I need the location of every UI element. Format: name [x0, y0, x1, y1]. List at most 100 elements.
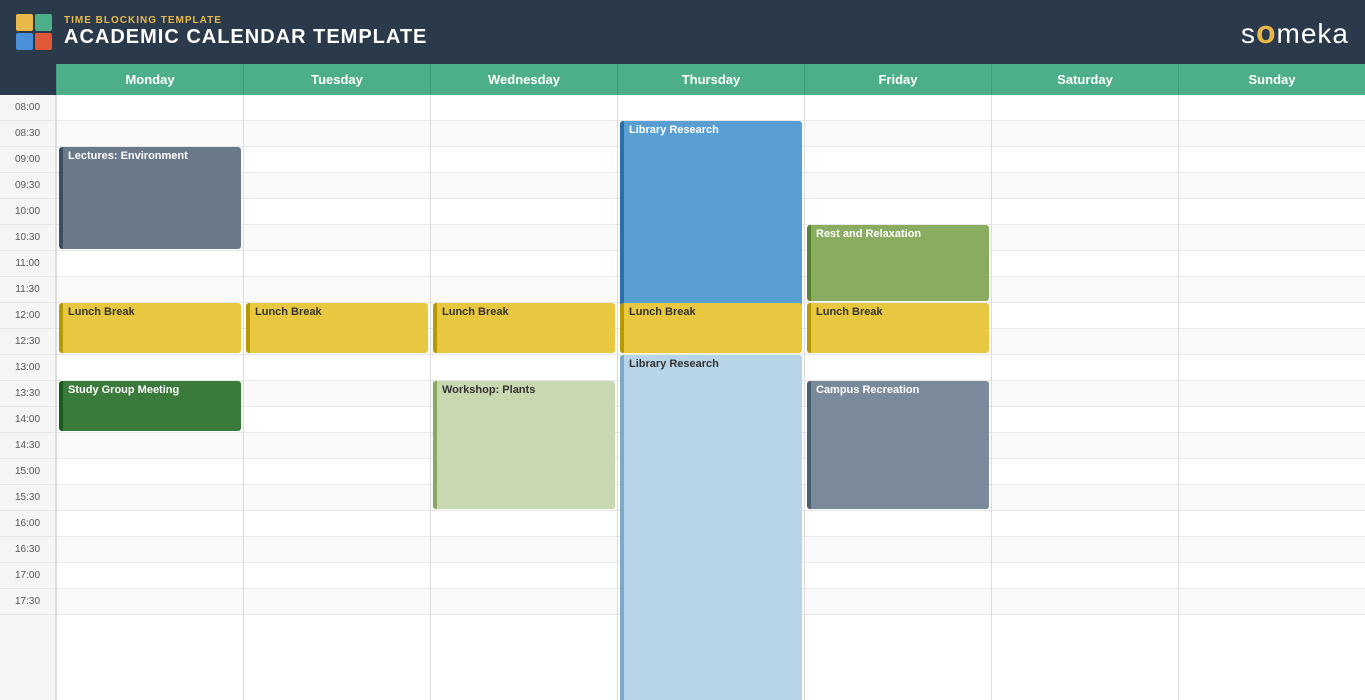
cell-wednesday-1300: [431, 355, 617, 381]
day-col-thursday: Library ResearchLunch BreakLibrary Resea…: [617, 95, 804, 700]
cell-friday-1000: [805, 199, 991, 225]
time-slot-1400: 14:00: [0, 407, 55, 433]
cell-friday-1600: [805, 511, 991, 537]
event-friday-2[interactable]: Campus Recreation: [807, 381, 989, 509]
cell-tuesday-1330: [244, 381, 430, 407]
cell-sunday-0800: [1179, 95, 1365, 121]
event-wednesday-1[interactable]: Workshop: Plants: [433, 381, 615, 509]
cell-monday-1130: [57, 277, 243, 303]
calendar-wrapper[interactable]: Monday Tuesday Wednesday Thursday Friday…: [0, 64, 1365, 700]
cell-wednesday-0930: [431, 173, 617, 199]
event-friday-1[interactable]: Lunch Break: [807, 303, 989, 353]
cell-tuesday-0900: [244, 147, 430, 173]
logo-sq4: [35, 33, 52, 50]
cell-wednesday-1030: [431, 225, 617, 251]
cell-monday-1600: [57, 511, 243, 537]
cell-sunday-0900: [1179, 147, 1365, 173]
cell-wednesday-1700: [431, 563, 617, 589]
cell-saturday-1630: [992, 537, 1178, 563]
event-monday-1[interactable]: Lunch Break: [59, 303, 241, 353]
time-slot-1230: 12:30: [0, 329, 55, 355]
cell-saturday-0900: [992, 147, 1178, 173]
cell-saturday-1530: [992, 485, 1178, 511]
cell-monday-1700: [57, 563, 243, 589]
cell-sunday-1300: [1179, 355, 1365, 381]
time-slot-1530: 15:30: [0, 485, 55, 511]
cell-saturday-1200: [992, 303, 1178, 329]
cell-monday-1430: [57, 433, 243, 459]
template-title: ACADEMIC CALENDAR TEMPLATE: [64, 26, 427, 49]
cell-sunday-1130: [1179, 277, 1365, 303]
cell-saturday-0830: [992, 121, 1178, 147]
day-header-friday: Friday: [804, 64, 991, 95]
cell-wednesday-1730: [431, 589, 617, 615]
cell-sunday-0930: [1179, 173, 1365, 199]
cell-saturday-1430: [992, 433, 1178, 459]
time-slot-1700: 17:00: [0, 563, 55, 589]
cell-saturday-1730: [992, 589, 1178, 615]
event-thursday-1[interactable]: Lunch Break: [620, 303, 802, 353]
cell-tuesday-0830: [244, 121, 430, 147]
time-slot-1500: 15:00: [0, 459, 55, 485]
event-thursday-0[interactable]: Library Research: [620, 121, 802, 327]
cell-friday-0930: [805, 173, 991, 199]
day-header-tuesday: Tuesday: [243, 64, 430, 95]
header-left: TIME BLOCKING TEMPLATE ACADEMIC CALENDAR…: [16, 14, 427, 50]
logo-sq1: [16, 14, 33, 31]
cell-tuesday-1300: [244, 355, 430, 381]
cell-tuesday-1030: [244, 225, 430, 251]
day-col-wednesday: Lunch Break Workshop: Plants: [430, 95, 617, 700]
cell-friday-0800: [805, 95, 991, 121]
time-header-spacer: [0, 64, 56, 95]
logo-sq3: [16, 33, 33, 50]
event-tuesday-0[interactable]: Lunch Break: [246, 303, 428, 353]
header-text: TIME BLOCKING TEMPLATE ACADEMIC CALENDAR…: [64, 15, 427, 49]
time-slot-1200: 12:00: [0, 303, 55, 329]
cell-tuesday-0800: [244, 95, 430, 121]
cell-friday-1300: [805, 355, 991, 381]
time-slot-0830: 08:30: [0, 121, 55, 147]
time-slot-1300: 13:00: [0, 355, 55, 381]
cell-tuesday-1500: [244, 459, 430, 485]
day-col-saturday: [991, 95, 1178, 700]
time-column: 08:0008:3009:0009:3010:0010:3011:0011:30…: [0, 95, 56, 700]
cell-friday-0900: [805, 147, 991, 173]
cell-tuesday-1630: [244, 537, 430, 563]
cell-tuesday-1700: [244, 563, 430, 589]
app-container: TIME BLOCKING TEMPLATE ACADEMIC CALENDAR…: [0, 0, 1365, 700]
cell-sunday-1230: [1179, 329, 1365, 355]
event-friday-0[interactable]: Rest and Relaxation: [807, 225, 989, 301]
time-slot-0930: 09:30: [0, 173, 55, 199]
cell-sunday-1730: [1179, 589, 1365, 615]
event-wednesday-0[interactable]: Lunch Break: [433, 303, 615, 353]
cell-monday-1100: [57, 251, 243, 277]
cell-friday-1630: [805, 537, 991, 563]
event-thursday-2[interactable]: Library Research: [620, 355, 802, 700]
time-slot-0800: 08:00: [0, 95, 55, 121]
cell-wednesday-1100: [431, 251, 617, 277]
cell-sunday-1500: [1179, 459, 1365, 485]
cell-saturday-1600: [992, 511, 1178, 537]
cell-saturday-1300: [992, 355, 1178, 381]
cell-saturday-1500: [992, 459, 1178, 485]
cell-saturday-1100: [992, 251, 1178, 277]
cell-saturday-1330: [992, 381, 1178, 407]
cell-saturday-1400: [992, 407, 1178, 433]
time-slot-1030: 10:30: [0, 225, 55, 251]
event-monday-2[interactable]: Study Group Meeting: [59, 381, 241, 431]
day-col-sunday: [1178, 95, 1365, 700]
event-monday-0[interactable]: Lectures: Environment: [59, 147, 241, 249]
logo-icon: [16, 14, 52, 50]
cell-wednesday-0830: [431, 121, 617, 147]
cell-tuesday-1530: [244, 485, 430, 511]
cell-saturday-0800: [992, 95, 1178, 121]
cell-saturday-1700: [992, 563, 1178, 589]
time-slot-1600: 16:00: [0, 511, 55, 537]
cell-wednesday-0900: [431, 147, 617, 173]
day-col-monday: Lectures: Environment Lunch Break Study Gr…: [56, 95, 243, 700]
cell-sunday-1630: [1179, 537, 1365, 563]
cell-wednesday-1130: [431, 277, 617, 303]
cell-monday-1730: [57, 589, 243, 615]
cell-sunday-1700: [1179, 563, 1365, 589]
cell-saturday-0930: [992, 173, 1178, 199]
